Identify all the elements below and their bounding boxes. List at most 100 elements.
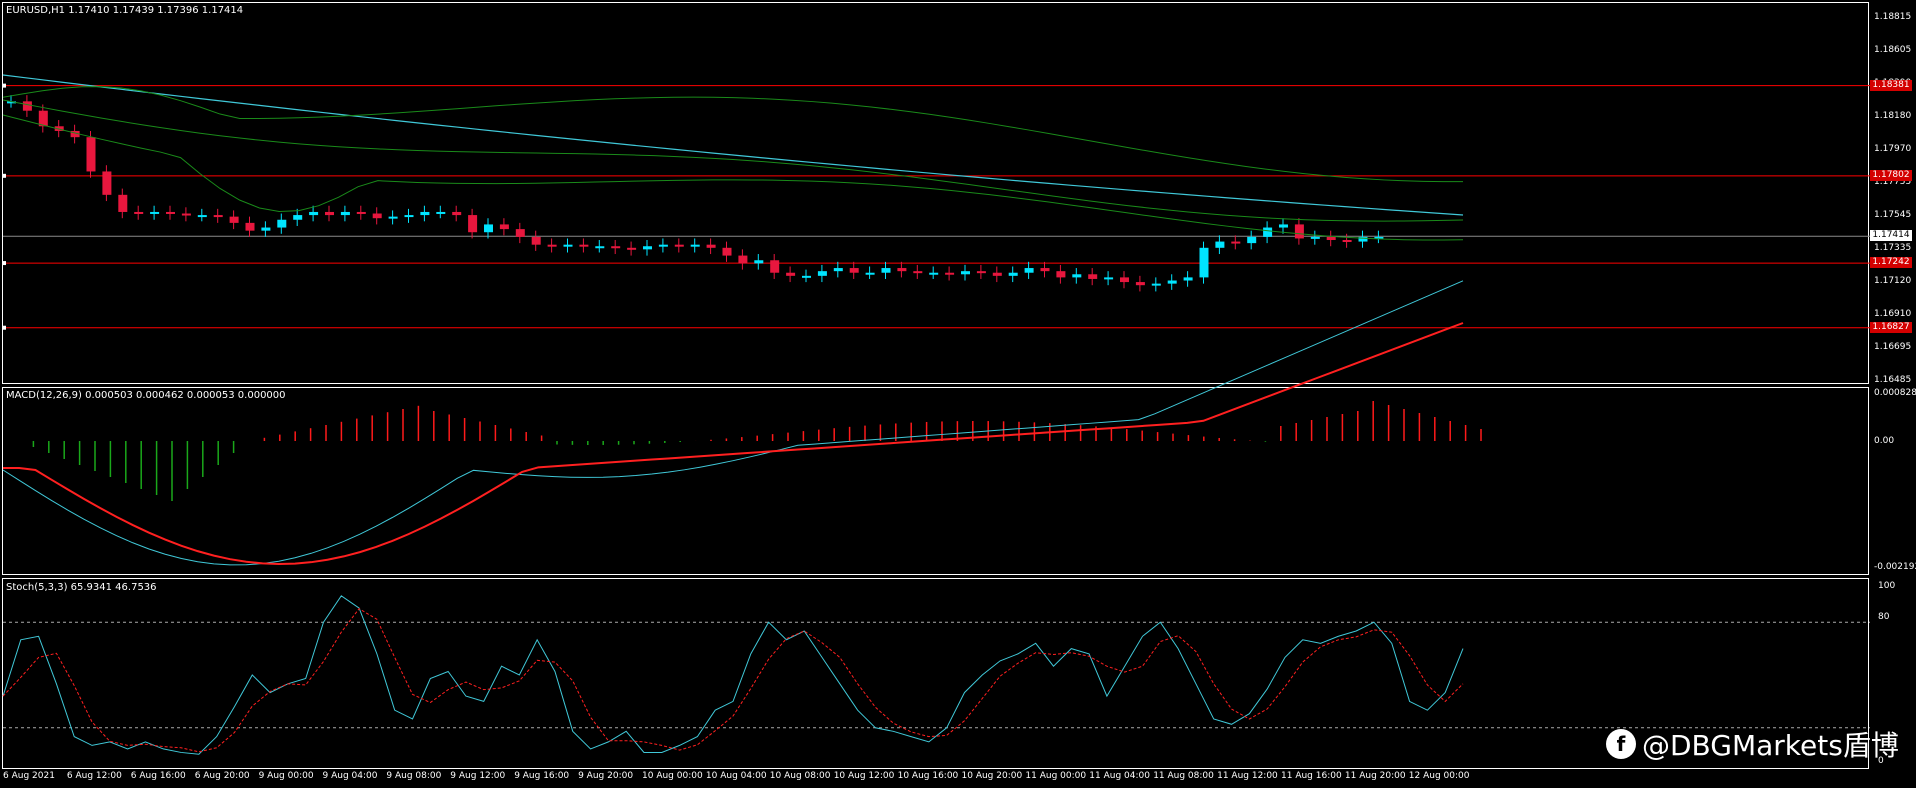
time-axis-label: 6 Aug 2021 <box>3 771 55 781</box>
level-marker <box>2 325 6 330</box>
price-scale-label: 1.17335 <box>1874 242 1912 253</box>
time-axis-label: 10 Aug 16:00 <box>897 771 959 781</box>
stoch-scale-label: 80 <box>1878 612 1890 622</box>
bear-candle <box>611 246 621 249</box>
dbg-logo-icon: f <box>1606 729 1636 759</box>
bear-candle <box>356 211 366 214</box>
bear-candle <box>1135 282 1145 286</box>
level-marker <box>2 83 6 88</box>
bear-candle <box>531 236 541 245</box>
bull-candle <box>1310 236 1320 239</box>
bull-candle <box>340 211 350 216</box>
price-scale-label: 1.17120 <box>1874 276 1912 287</box>
time-axis-label: 9 Aug 16:00 <box>514 771 570 781</box>
time-axis-label: 10 Aug 00:00 <box>642 771 703 781</box>
moving-average-line <box>2 74 1464 216</box>
watermark-text: @DBGMarkets盾博 <box>1642 729 1899 762</box>
macd-signal-line <box>3 322 1464 565</box>
bear-candle <box>1294 224 1304 239</box>
bear-candle <box>166 211 175 214</box>
bear-candle <box>452 211 462 216</box>
watermark: f @DBGMarkets盾博 <box>1606 724 1899 764</box>
band-middle-line <box>2 99 1464 222</box>
bear-candle <box>627 247 637 250</box>
bear-candle <box>992 272 1002 276</box>
bull-candle <box>1199 247 1209 278</box>
time-axis-label: 11 Aug 00:00 <box>1025 771 1087 781</box>
bear-candle <box>770 260 780 273</box>
bull-candle <box>1024 268 1034 273</box>
bull-candle <box>150 211 160 214</box>
bull-candle <box>293 215 303 220</box>
bear-candle <box>102 171 112 195</box>
time-axis-label: 10 Aug 04:00 <box>705 771 767 781</box>
bull-candle <box>595 246 605 249</box>
bear-candle <box>118 194 128 212</box>
bull-candle <box>961 271 970 275</box>
stoch-k-line <box>2 595 1464 755</box>
current-price-tag: 1.17414 <box>1870 230 1912 242</box>
bear-candle <box>1056 271 1066 278</box>
time-axis-label: 11 Aug 08:00 <box>1153 771 1214 781</box>
bear-candle <box>738 255 748 264</box>
time-axis-label: 10 Aug 20:00 <box>961 771 1023 781</box>
bear-candle <box>325 211 334 216</box>
chart-canvas[interactable] <box>0 0 1916 788</box>
time-axis-label: 11 Aug 04:00 <box>1089 771 1150 781</box>
price-scale-label: 1.18180 <box>1874 110 1912 121</box>
macd-scale-label: -0.002192 <box>1874 562 1916 572</box>
bull-candle <box>754 260 764 264</box>
stoch-pane-border <box>2 578 1869 769</box>
bear-candle <box>674 244 684 247</box>
bear-candle <box>579 244 589 247</box>
bull-candle <box>817 271 827 276</box>
bull-candle <box>420 211 430 216</box>
bull-candle <box>261 227 271 231</box>
bull-candle <box>1151 283 1161 286</box>
price-scale-label: 1.18815 <box>1874 12 1912 22</box>
price-pane-title: EURUSD,H1 1.17410 1.17439 1.17396 1.1741… <box>6 5 244 16</box>
bear-candle <box>468 215 478 233</box>
bear-candle <box>245 222 255 231</box>
time-axis-label: 11 Aug 20:00 <box>1344 771 1406 781</box>
time-axis-label: 10 Aug 08:00 <box>769 771 831 781</box>
level-price-tag: 1.16827 <box>1870 321 1912 333</box>
bull-candle <box>643 246 652 250</box>
bull-candle <box>833 268 843 272</box>
price-scale-label: 1.18605 <box>1874 44 1912 55</box>
bear-candle <box>706 244 716 248</box>
time-axis-label: 9 Aug 20:00 <box>578 771 634 781</box>
bull-candle <box>197 215 207 218</box>
bear-candle <box>786 272 796 276</box>
bear-candle <box>22 101 32 111</box>
price-pane-border <box>2 2 1869 384</box>
macd-pane-title: MACD(12,26,9) 0.000503 0.000462 0.000053… <box>6 390 286 401</box>
band-lower-line <box>2 114 1464 241</box>
stoch-pane-title: Stoch(5,3,3) 65.9341 46.7536 <box>6 582 157 593</box>
price-scale-label: 1.16485 <box>1874 375 1912 385</box>
bull-candle <box>436 211 446 214</box>
bull-candle <box>865 272 875 275</box>
macd-main-line <box>2 280 1464 566</box>
level-marker <box>2 173 6 178</box>
bull-candle <box>1183 277 1193 281</box>
bear-candle <box>547 244 557 247</box>
bull-candle <box>484 224 493 233</box>
time-axis-label: 6 Aug 12:00 <box>66 771 122 781</box>
bull-candle <box>1167 280 1177 284</box>
macd-pane-border <box>2 387 1869 575</box>
bear-candle <box>181 213 191 216</box>
bull-candle <box>277 219 287 228</box>
time-axis-label: 6 Aug 20:00 <box>194 771 250 781</box>
bear-candle <box>849 268 859 273</box>
time-axis-label: 9 Aug 04:00 <box>322 771 378 781</box>
bear-candle <box>945 272 955 275</box>
level-price-tag: 1.17242 <box>1870 257 1912 269</box>
time-axis-label: 6 Aug 16:00 <box>130 771 186 781</box>
level-marker <box>2 261 6 266</box>
price-scale-label: 1.16695 <box>1874 342 1912 353</box>
bear-candle <box>372 213 382 219</box>
stoch-d-line <box>2 608 1464 753</box>
bear-candle <box>976 271 986 274</box>
time-axis-label: 11 Aug 16:00 <box>1281 771 1342 781</box>
